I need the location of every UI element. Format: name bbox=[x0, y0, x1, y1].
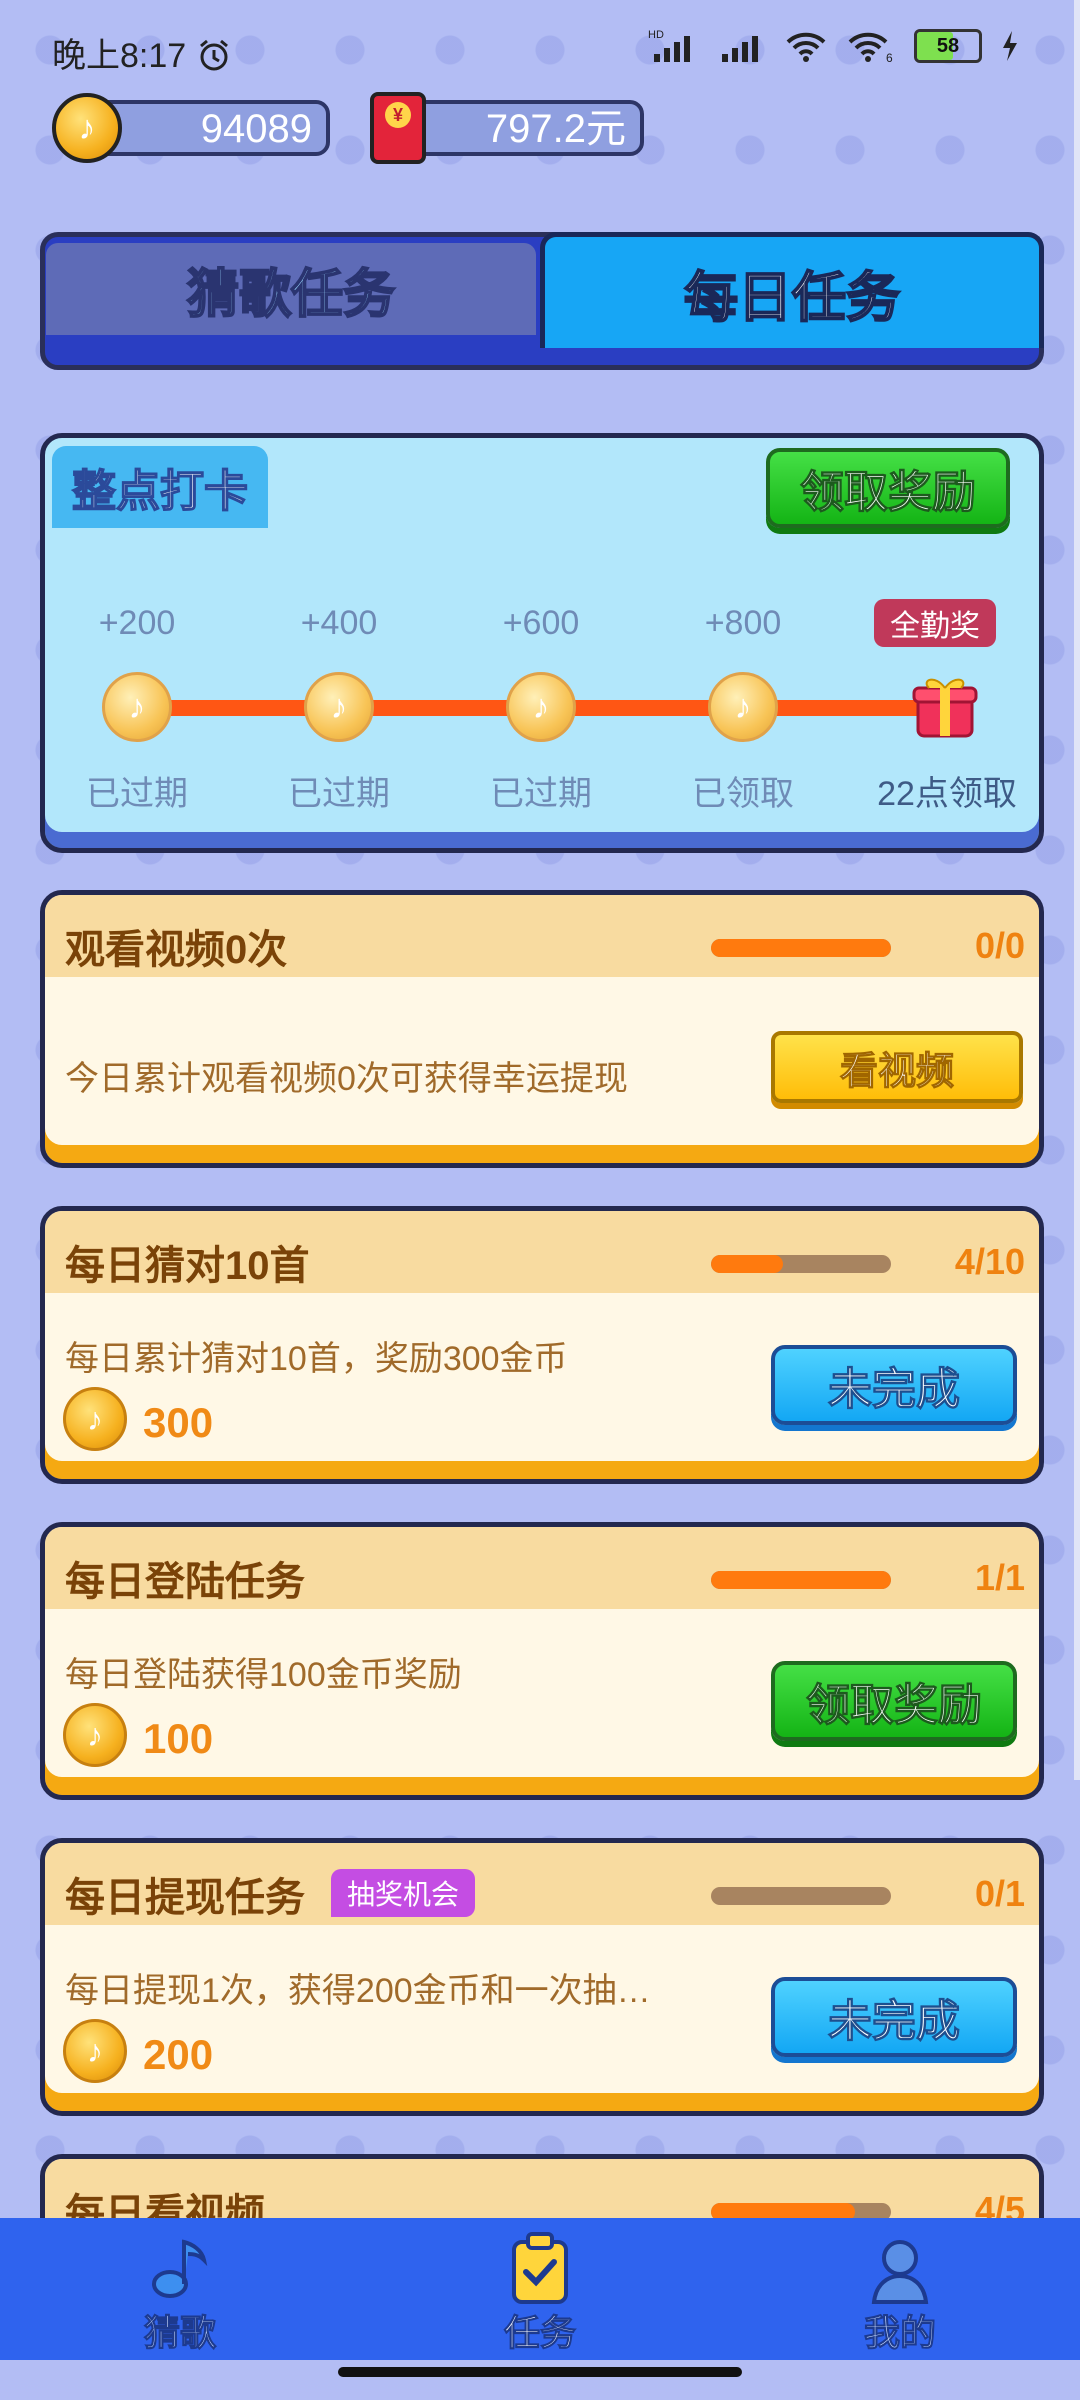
battery-icon: 58 bbox=[914, 29, 982, 63]
task-description: 每日累计猜对10首，奖励300金币 bbox=[65, 1340, 568, 1378]
checkin-step-status: 已过期 bbox=[288, 775, 390, 813]
cash-balance[interactable]: 797.2元 bbox=[404, 100, 644, 156]
checkin-title: 整点打卡 bbox=[52, 446, 268, 528]
charging-icon bbox=[1003, 31, 1017, 61]
task-title: 每日登陆任务 bbox=[65, 1560, 305, 1604]
status-time: 晚上8:17 bbox=[52, 28, 232, 77]
gesture-area bbox=[0, 2360, 1080, 2400]
task-incomplete-button[interactable]: 未完成 bbox=[771, 1977, 1017, 2057]
checkin-step-amount: +800 bbox=[704, 604, 782, 642]
tab-guess-song-tasks[interactable]: 猜歌任务 bbox=[46, 243, 536, 335]
task-reward: 200 bbox=[143, 2031, 214, 2078]
task-progress-text: 1/1 bbox=[974, 1557, 1025, 1598]
nav-label: 猜歌 bbox=[143, 2312, 216, 2354]
status-icons: HD 6 58 bbox=[648, 28, 1020, 64]
tab-daily-tasks[interactable]: 每日任务 bbox=[540, 232, 1044, 348]
coin-balance-value: 94089 bbox=[200, 107, 312, 151]
checkin-step-status: 已领取 bbox=[692, 775, 794, 813]
scrollbar[interactable] bbox=[1074, 0, 1080, 1780]
svg-text:6: 6 bbox=[886, 51, 893, 64]
task-progress-text: 0/0 bbox=[974, 925, 1025, 966]
task-card-watch-video: 观看视频0次 0/0 今日累计观看视频0次可获得幸运提现 看视频 bbox=[40, 890, 1044, 1168]
checkin-step-amount: +200 bbox=[98, 604, 176, 642]
nav-item-guess-song[interactable]: 猜歌 bbox=[100, 2228, 260, 2356]
task-progress-bar bbox=[711, 939, 891, 957]
checkin-claim-button[interactable]: 领取奖励 bbox=[766, 448, 1010, 528]
task-card-daily-login: 每日登陆任务 1/1 每日登陆获得100金币奖励 ♪ 100 领取奖励 bbox=[40, 1522, 1044, 1800]
task-reward: 100 bbox=[143, 1715, 214, 1762]
checkin-step-amount: +400 bbox=[300, 604, 378, 642]
coin-balance[interactable]: 94089 bbox=[86, 100, 330, 156]
red-packet-icon bbox=[370, 92, 426, 164]
alarm-icon bbox=[199, 39, 228, 71]
signal-icon: HD bbox=[648, 29, 690, 62]
checkin-coin-icon: ♪ bbox=[304, 672, 374, 742]
task-description: 每日登陆获得100金币奖励 bbox=[65, 1656, 462, 1694]
coin-icon: ♪ bbox=[63, 1387, 127, 1451]
coin-icon: ♪ bbox=[52, 93, 122, 163]
task-card-daily-withdraw: 每日提现任务 抽奖机会 0/1 每日提现1次，获得200金币和一次抽… ♪ 20… bbox=[40, 1838, 1044, 2116]
nav-item-mine[interactable]: 我的 bbox=[820, 2228, 980, 2356]
checkin-step-amount: +600 bbox=[502, 604, 580, 642]
checkin-coin-icon: ♪ bbox=[708, 672, 778, 742]
svg-text:HD: HD bbox=[648, 29, 664, 41]
task-card-guess-10: 每日猜对10首 4/10 每日累计猜对10首，奖励300金币 ♪ 300 未完成 bbox=[40, 1206, 1044, 1484]
watch-video-button[interactable]: 看视频 bbox=[771, 1031, 1023, 1103]
checkin-step-status: 已过期 bbox=[490, 775, 592, 813]
coin-icon: ♪ bbox=[63, 1703, 127, 1767]
task-incomplete-button[interactable]: 未完成 bbox=[771, 1345, 1017, 1425]
task-progress-bar bbox=[711, 1255, 891, 1273]
task-description: 每日提现1次，获得200金币和一次抽… bbox=[65, 1972, 651, 2010]
coin-icon: ♪ bbox=[63, 2019, 127, 2083]
signal-icon-2 bbox=[722, 36, 758, 62]
user-icon bbox=[871, 2240, 929, 2304]
checkin-coin-icon: ♪ bbox=[506, 672, 576, 742]
checkin-step-status: 22点领取 bbox=[877, 775, 1017, 813]
home-indicator[interactable] bbox=[338, 2367, 742, 2377]
gift-box-icon bbox=[912, 678, 978, 738]
checkin-step-status: 已过期 bbox=[86, 775, 188, 813]
music-note-icon bbox=[152, 2239, 208, 2298]
task-claim-button[interactable]: 领取奖励 bbox=[771, 1661, 1017, 1741]
task-title: 观看视频0次 bbox=[65, 928, 288, 972]
full-attendance-badge: 全勤奖 bbox=[874, 599, 996, 647]
lottery-chance-tag: 抽奖机会 bbox=[331, 1869, 476, 1917]
task-reward: 300 bbox=[143, 1399, 214, 1446]
cash-balance-value: 797.2元 bbox=[485, 107, 626, 151]
clipboard-check-icon bbox=[512, 2232, 568, 2304]
checkin-coin-icon: ♪ bbox=[102, 672, 172, 742]
wifi-6-icon: 6 bbox=[848, 32, 893, 64]
nav-label: 我的 bbox=[863, 2312, 936, 2354]
status-bar: 晚上8:17 HD 6 58 bbox=[0, 0, 1080, 96]
nav-item-tasks[interactable]: 任务 bbox=[460, 2228, 620, 2356]
task-title: 每日提现任务 bbox=[65, 1876, 305, 1920]
nav-label: 任务 bbox=[503, 2312, 576, 2354]
task-progress-text: 4/10 bbox=[954, 1241, 1025, 1282]
task-progress-text: 0/1 bbox=[974, 1873, 1025, 1914]
task-description: 今日累计观看视频0次可获得幸运提现 bbox=[65, 1060, 628, 1098]
task-progress-bar bbox=[711, 1887, 891, 1905]
task-title: 每日猜对10首 bbox=[65, 1244, 310, 1288]
wifi-icon bbox=[786, 32, 826, 62]
task-progress-bar bbox=[711, 1571, 891, 1589]
